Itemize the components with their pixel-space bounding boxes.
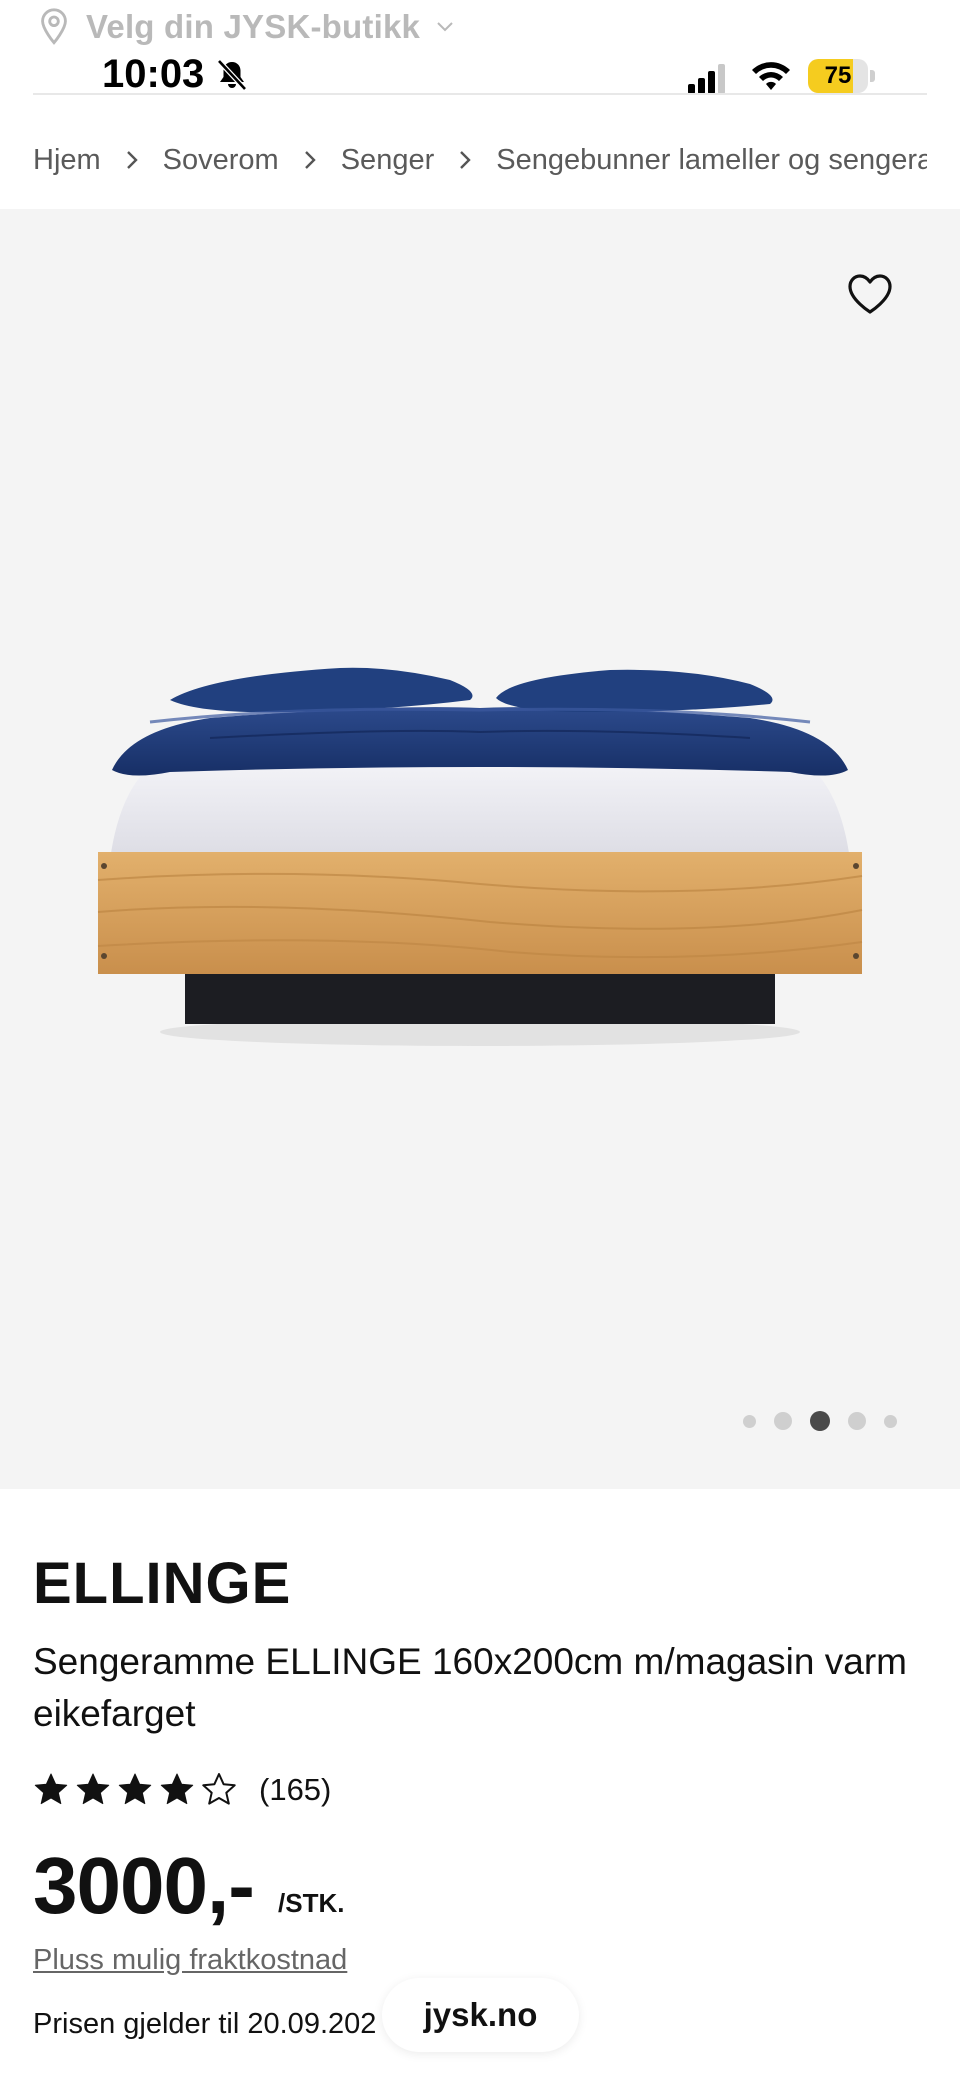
price-valid-until: Prisen gjelder til 20.09.202 [33,2008,377,2040]
chevron-right-icon [126,151,138,169]
breadcrumb-item-senger[interactable]: Senger [341,144,435,177]
star-filled-icon [76,1773,110,1805]
star-filled-icon [160,1773,194,1805]
location-pin-icon [41,8,67,45]
price-unit: /STK. [278,1888,345,1918]
status-time: 10:03 [102,52,205,96]
product-image-bed [97,667,863,1046]
domain-pill[interactable]: jysk.no [382,1978,579,2052]
star-filled-icon [34,1773,68,1805]
star-empty-icon [202,1773,236,1805]
gallery-dot-active[interactable] [810,1411,830,1431]
gallery-dot[interactable] [884,1414,897,1428]
product-price: 3000,- [33,1841,255,1930]
battery-percentage: 75 [824,62,852,89]
star-filled-icon [118,1773,152,1805]
review-count[interactable]: (165) [259,1772,331,1808]
store-selector[interactable]: Velg din JYSK-butikk [36,4,454,50]
rating-stars [33,1772,237,1808]
gallery-dot[interactable] [774,1412,792,1430]
product-brand: ELLINGE [33,1551,292,1616]
heart-icon[interactable] [846,272,894,316]
breadcrumb-item-sengebunner[interactable]: Sengebunner lameller og sengera [496,144,927,177]
breadcrumb: Hjem Soverom Senger Sengebunner lameller… [33,130,927,190]
top-divider [33,93,927,95]
product-rating[interactable]: (165) [33,1768,331,1812]
battery-indicator: 75 [808,59,876,93]
product-description: Sengeramme ELLINGE 160x200cm m/magasin v… [33,1641,907,1734]
gallery-dot[interactable] [743,1414,756,1428]
shipping-cost-link[interactable]: Pluss mulig fraktkostnad [33,1944,347,1977]
top-bar: Velg din JYSK-butikk 10:03 75 [0,0,960,96]
cellular-signal-icon [688,64,725,94]
breadcrumb-item-hjem[interactable]: Hjem [33,144,101,177]
store-selector-label: Velg din JYSK-butikk [86,8,421,45]
chevron-right-icon [460,151,471,169]
gallery-pagination-dots[interactable] [734,1406,906,1436]
bell-muted-icon [217,59,247,91]
breadcrumb-item-soverom[interactable]: Soverom [163,144,279,177]
chevron-down-icon [437,22,453,32]
wifi-icon [752,62,790,90]
chevron-right-icon [304,151,316,169]
gallery-dot[interactable] [848,1412,866,1430]
